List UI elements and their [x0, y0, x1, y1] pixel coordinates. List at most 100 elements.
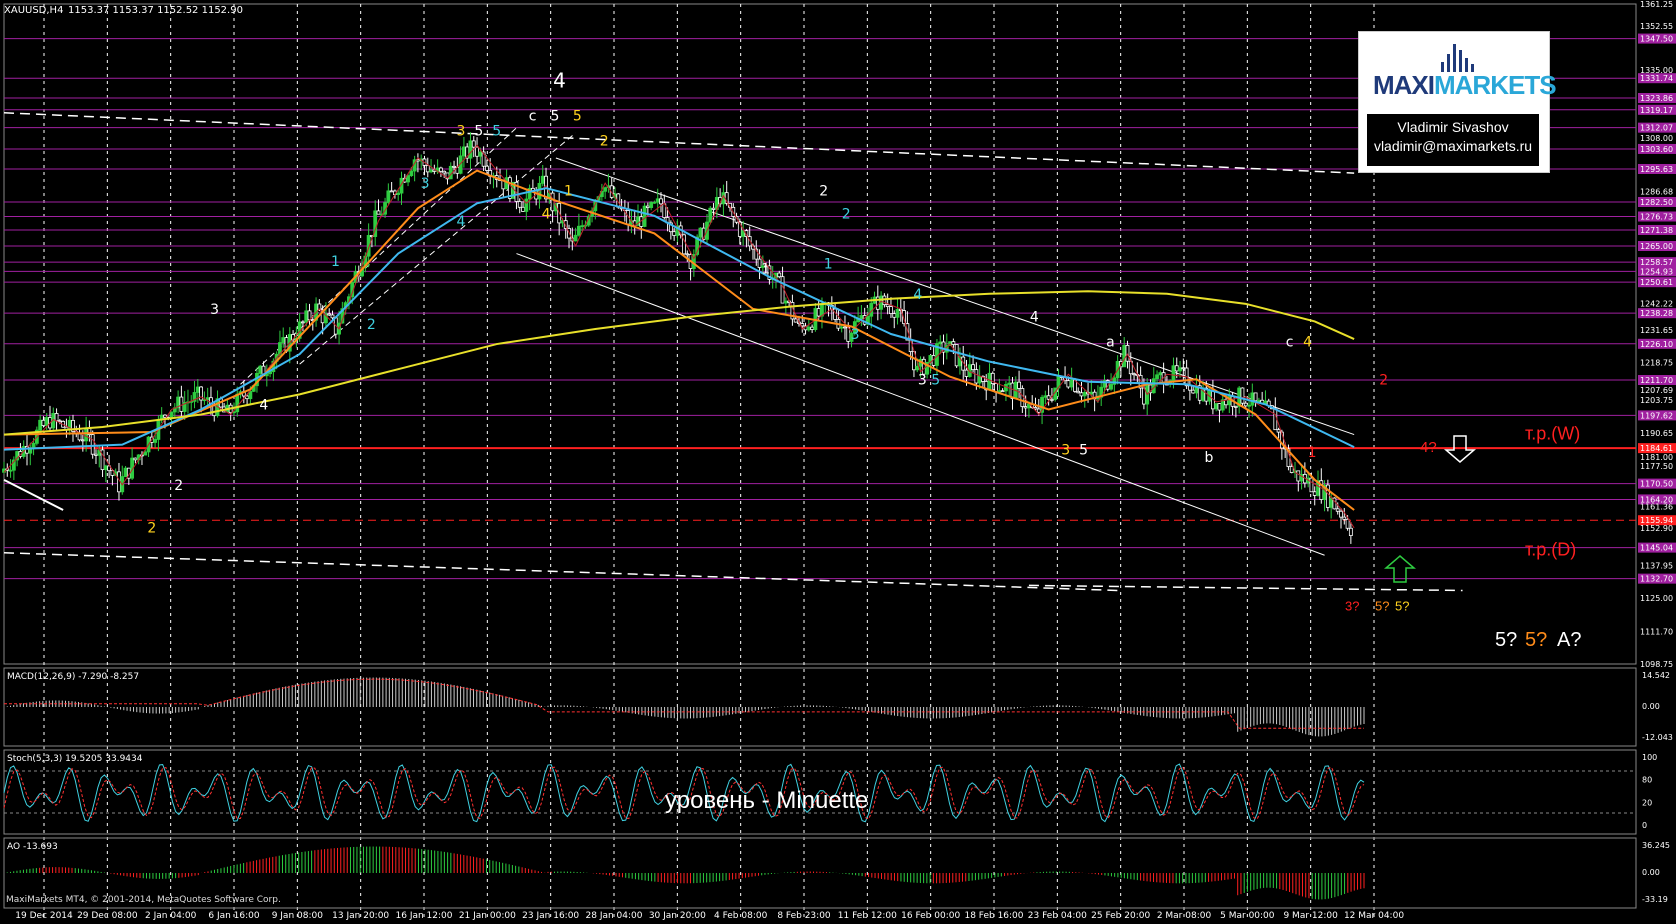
candle-body [1076, 390, 1081, 394]
zigzag-line [3, 144, 1355, 529]
candle-body [1247, 404, 1251, 407]
wave-label: b [1205, 450, 1214, 466]
target-label: 4? [1420, 439, 1437, 456]
candle-body [258, 365, 263, 374]
candle-body [406, 175, 410, 183]
wave-label: 2 [174, 478, 183, 494]
date-tick-label: 11 Feb 12:00 [838, 911, 897, 921]
indicator-label: AO -13.693 [7, 842, 58, 852]
date-tick-label: 21 Jan 00:00 [459, 911, 516, 921]
price-tick-label: 1276.73 [1640, 213, 1673, 222]
date-tick-label: 8 Feb 23:00 [777, 911, 831, 921]
price-tick-label: 1226.10 [1640, 340, 1673, 349]
price-tick-label: 1207.69 [1640, 386, 1673, 395]
candle-body [205, 397, 210, 401]
candle-body [1296, 470, 1301, 482]
price-tick-label: 1211.70 [1640, 376, 1673, 385]
candle-body [389, 190, 394, 193]
wave-label: 2 [819, 184, 828, 200]
candle-body [649, 201, 654, 208]
wave-label: 3 [210, 302, 219, 318]
candle-body [1345, 518, 1350, 529]
candle-body [1263, 400, 1268, 404]
target-label: т.р.(W) [1525, 424, 1580, 444]
wave-label: 4 [553, 69, 566, 93]
candle-body [672, 231, 677, 236]
price-tick-label: 1347.50 [1640, 35, 1673, 44]
date-tick-label: 28 Jan 04:00 [586, 911, 643, 921]
price-tick-label: 1361.25 [1640, 0, 1673, 9]
candle-body [1273, 408, 1278, 431]
ohlc-readout: 1153.37 1153.37 1152.52 1152.90 [68, 5, 243, 16]
date-tick-label: 2 Jan 04:00 [145, 911, 197, 921]
wave-label: 2 [147, 521, 156, 537]
candle-body [1122, 345, 1127, 368]
date-tick-label: 25 Feb 20:00 [1091, 911, 1150, 921]
candle-body [964, 369, 969, 377]
date-tick-label: 12 Mar 04:00 [1344, 911, 1404, 921]
maximarkets-logo: MAXIMARKETS Vladimir Sivashov vladimir@m… [1358, 31, 1557, 173]
candle-body [1250, 392, 1255, 406]
candle-body [892, 313, 897, 318]
candles [2, 132, 1355, 544]
price-tick-label: 1352.55 [1640, 22, 1673, 31]
price-tick-label: 1203.75 [1640, 396, 1673, 405]
candle-body [642, 205, 647, 227]
candle-body [1158, 372, 1163, 376]
candle-body [304, 310, 309, 323]
price-tick-label: 1258.57 [1640, 258, 1673, 267]
candle-body [1181, 367, 1186, 370]
candle-body [195, 386, 200, 393]
candle-body [442, 170, 447, 174]
candle-body [652, 201, 657, 204]
candle-body [820, 303, 824, 317]
candle-body [859, 315, 864, 319]
candle-body [41, 419, 46, 426]
candle-body [143, 451, 148, 456]
candle-body [235, 393, 240, 413]
wave-label: 4 [259, 397, 268, 413]
candle-body [425, 165, 430, 173]
logo-brand-b: MARKETS [1434, 70, 1557, 100]
candle-body [810, 326, 815, 330]
candle-body [153, 439, 158, 443]
date-tick-label: 9 Jan 08:00 [272, 911, 324, 921]
candle-body [103, 465, 108, 471]
up-arrow-icon [1383, 555, 1417, 583]
price-tick-label: 1125.00 [1640, 594, 1673, 603]
candle-body [54, 413, 59, 422]
candle-body [1312, 491, 1317, 496]
candle-body [478, 151, 483, 157]
moving-average-line [3, 169, 1355, 511]
candle-body [1155, 374, 1159, 380]
candle-body [793, 318, 798, 323]
candle-body [471, 140, 476, 148]
wave-label: 2 [1379, 372, 1388, 388]
moving-averages [3, 169, 1355, 511]
logo-brand-a: MAXI [1373, 70, 1435, 100]
wave-label: 1 [761, 262, 770, 278]
candle-body [386, 190, 391, 203]
target-label: 5? [1375, 599, 1389, 614]
candle-body [396, 192, 401, 195]
candle-body [915, 365, 920, 371]
price-tick-label: 1190.65 [1640, 429, 1673, 438]
candle-body [1017, 381, 1021, 389]
target-labels: т.р.(W) 4? т.р.(D) 3? 5? 5? 5? 5? A? [1345, 424, 1581, 651]
indicator-tick-label: 80 [1642, 776, 1652, 785]
price-tick-label: 1152.90 [1640, 524, 1673, 533]
candle-body [517, 201, 522, 208]
channel-line [3, 111, 1355, 174]
candle-body [1151, 378, 1156, 394]
wave-label: 4 [1030, 309, 1039, 325]
date-tick-label: 23 Jan 16:00 [522, 911, 579, 921]
candle-body [1171, 365, 1176, 382]
wave-label: 1 [331, 254, 340, 270]
wave-label: 3 [918, 372, 927, 388]
price-tick-label: 1177.50 [1640, 462, 1673, 471]
candle-body [77, 433, 82, 441]
candle-body [1243, 402, 1248, 407]
price-tick-label: 1323.86 [1640, 94, 1673, 103]
wave-label: 1 [824, 257, 833, 273]
date-tick-label: 5 Mar 00:00 [1220, 911, 1275, 921]
